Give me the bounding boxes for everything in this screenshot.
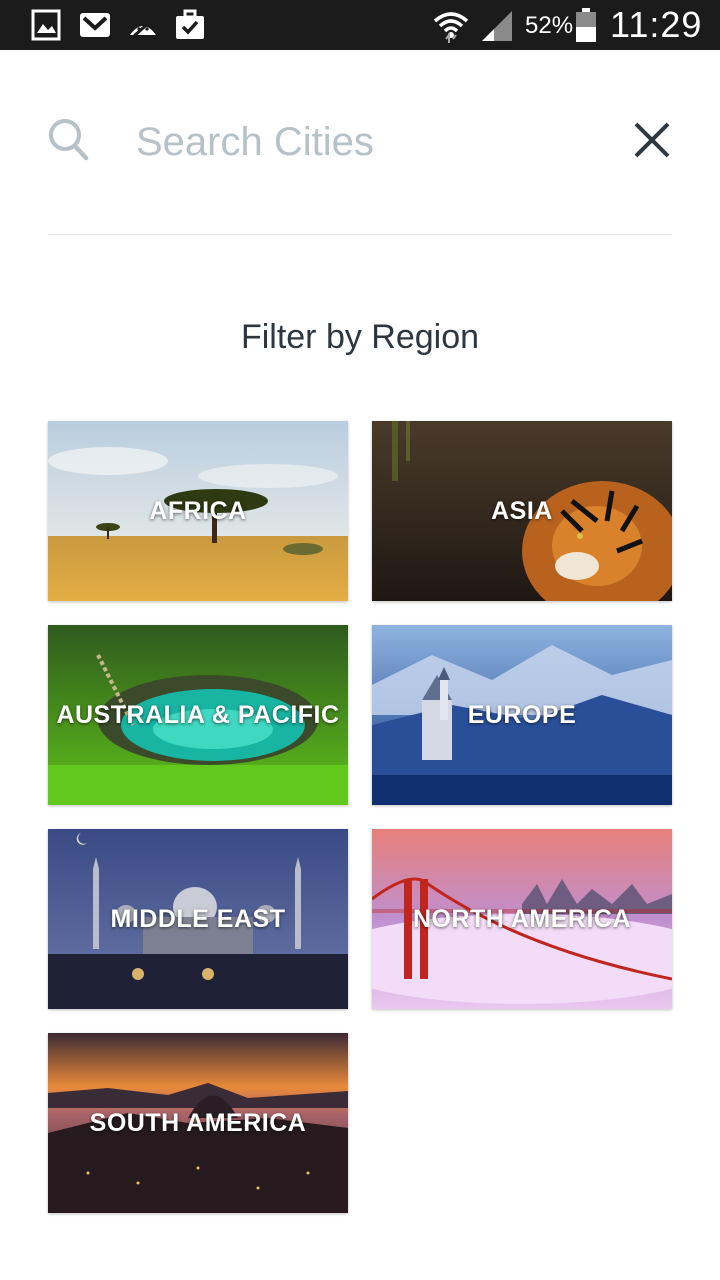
region-tile-australia-pacific[interactable]: AUSTRALIA & PACIFIC	[48, 625, 348, 805]
region-tile-middle-east[interactable]: MIDDLE EAST	[48, 829, 348, 1009]
region-tile-africa[interactable]: AFRICA	[48, 421, 348, 601]
status-bar: 52% 11:29	[0, 0, 720, 50]
gallery-icon	[31, 9, 61, 41]
android-debug-icon	[130, 17, 156, 39]
region-tile-south-america[interactable]: SOUTH AMERICA	[48, 1033, 348, 1213]
battery-percent: 52%	[525, 12, 574, 39]
divider	[48, 234, 672, 235]
region-tile-europe[interactable]: EUROPE	[372, 625, 672, 805]
region-label: NORTH AMERICA	[412, 904, 632, 933]
clock: 11:29	[610, 4, 703, 45]
region-label: SOUTH AMERICA	[89, 1108, 307, 1137]
region-label: AFRICA	[149, 496, 247, 525]
region-label: AUSTRALIA & PACIFIC	[56, 700, 340, 729]
wifi-icon	[433, 12, 469, 43]
battery-icon	[576, 8, 596, 42]
section-title: Filter by Region	[240, 318, 480, 356]
search-icon	[49, 119, 89, 161]
briefcase-check-icon	[176, 9, 204, 39]
region-tile-north-america[interactable]: NORTH AMERICA	[372, 829, 672, 1009]
region-tile-asia[interactable]: ASIA	[372, 421, 672, 601]
region-label: MIDDLE EAST	[110, 904, 286, 933]
close-icon	[634, 122, 670, 158]
region-label: EUROPE	[467, 700, 577, 729]
close-button[interactable]	[630, 118, 674, 162]
region-label: ASIA	[491, 496, 553, 525]
search-bar	[48, 100, 672, 190]
search-input[interactable]	[136, 114, 596, 170]
gmail-icon	[80, 13, 110, 37]
cell-signal-icon	[482, 11, 512, 41]
